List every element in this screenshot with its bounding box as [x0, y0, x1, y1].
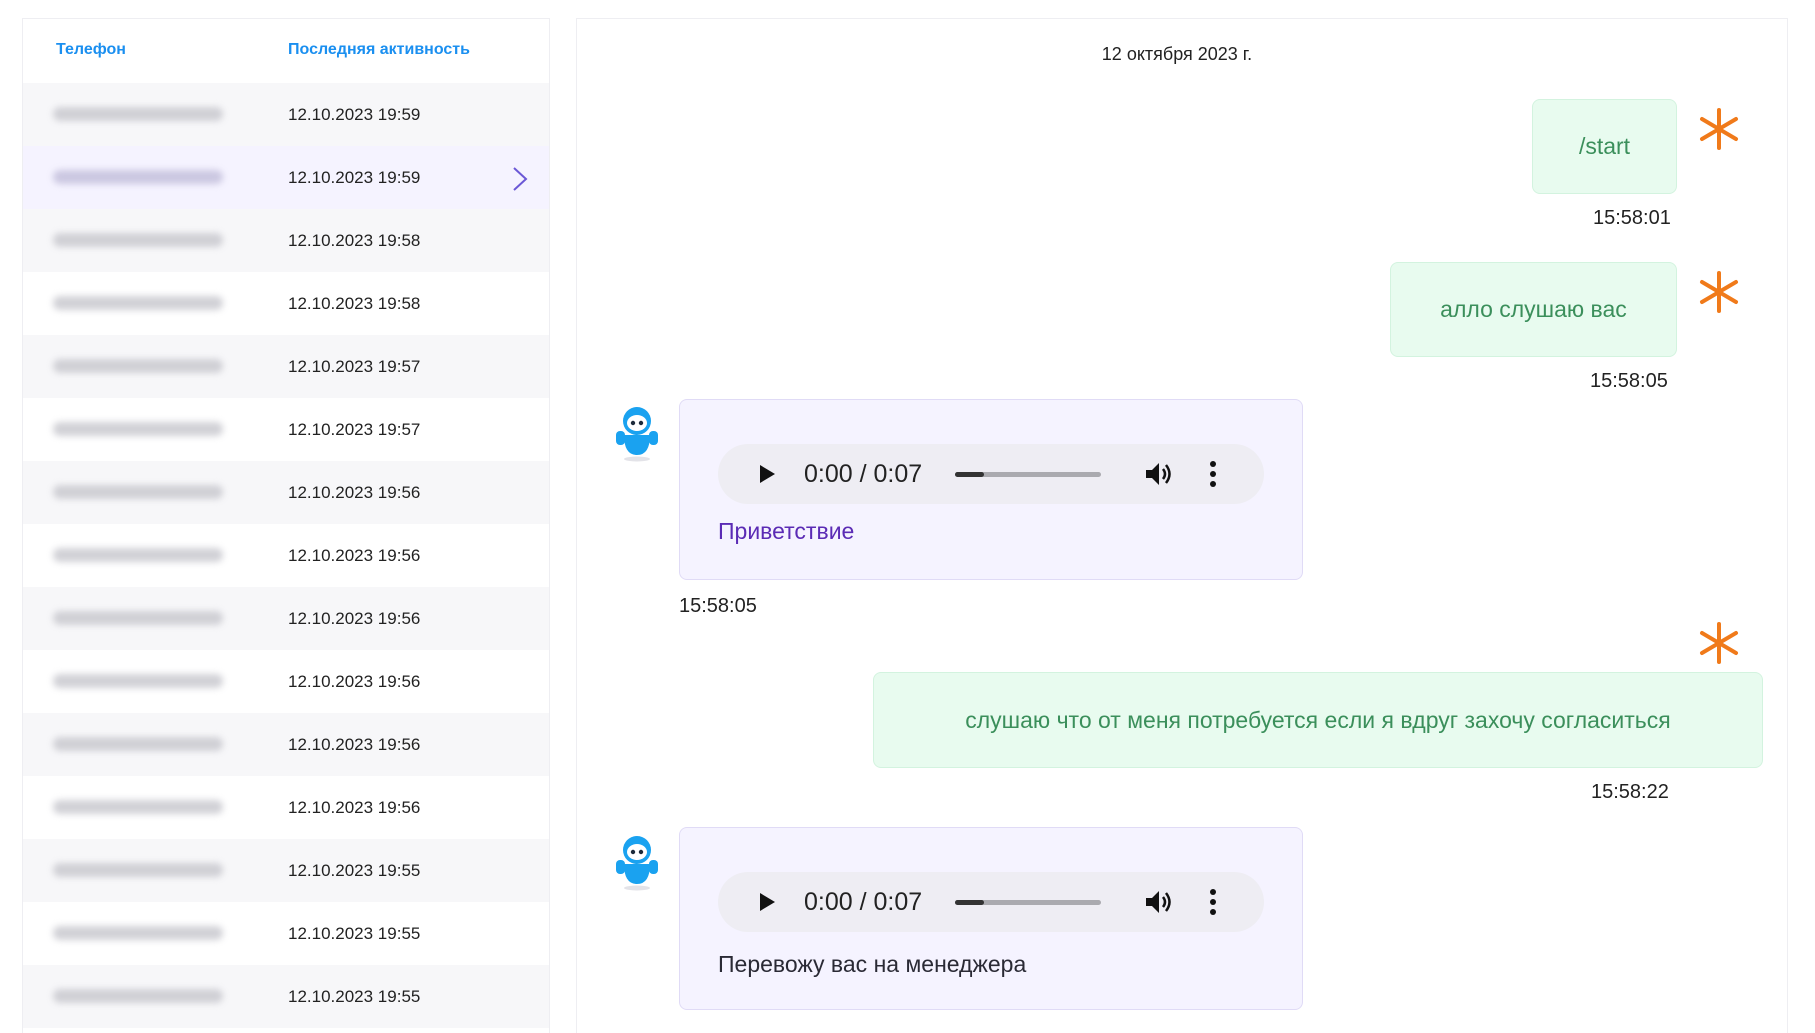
- list-row[interactable]: 12.10.2023 19:56: [23, 713, 549, 776]
- last-activity-date: 12.10.2023 19:56: [288, 546, 421, 565]
- last-activity-date: 12.10.2023 19:55: [288, 924, 421, 943]
- list-row[interactable]: 12.10.2023 19:58: [23, 272, 549, 335]
- contacts-list-panel: Телефон Последняя активность 12.10.2023 …: [22, 18, 550, 1033]
- phone-number-redacted: [53, 674, 223, 688]
- last-activity-date: 12.10.2023 19:56: [288, 609, 421, 628]
- list-row[interactable]: 12.10.2023 19:55: [23, 965, 549, 1028]
- last-activity-date: 12.10.2023 19:58: [288, 294, 421, 313]
- list-row[interactable]: 12.10.2023 19:58: [23, 209, 549, 272]
- user-message-bubble: слушаю что от меня потребуется если я вд…: [873, 672, 1763, 768]
- audio-seek-progress: [955, 900, 985, 905]
- phone-number-redacted: [53, 485, 223, 499]
- list-row[interactable]: 12.10.2023 19:55: [23, 902, 549, 965]
- list-row[interactable]: 12.10.2023 19:57: [23, 335, 549, 398]
- robot-avatar-icon: [616, 836, 658, 891]
- list-header: Телефон Последняя активность: [23, 19, 549, 83]
- column-header-last-activity[interactable]: Последняя активность: [288, 41, 470, 59]
- chevron-right-icon[interactable]: [510, 164, 530, 194]
- last-activity-date: 12.10.2023 19:58: [288, 231, 421, 250]
- volume-icon[interactable]: [1144, 888, 1174, 916]
- asterisk-icon: [1700, 108, 1738, 150]
- last-activity-date: 12.10.2023 19:56: [288, 672, 421, 691]
- phone-number-redacted: [53, 233, 223, 247]
- play-icon[interactable]: [758, 464, 776, 484]
- list-row[interactable]: 12.10.2023 19:59: [23, 83, 549, 146]
- message-text: /start: [1578, 133, 1631, 159]
- list-row[interactable]: 12.10.2023 19:56: [23, 461, 549, 524]
- last-activity-date: 12.10.2023 19:57: [288, 357, 421, 376]
- audio-caption: Приветствие: [718, 518, 855, 544]
- last-activity-date: 12.10.2023 19:57: [288, 420, 421, 439]
- last-activity-date: 12.10.2023 19:56: [288, 483, 421, 502]
- more-vertical-icon[interactable]: [1209, 888, 1217, 916]
- phone-number-redacted: [53, 737, 223, 751]
- phone-number-redacted: [53, 107, 223, 121]
- audio-seek-slider[interactable]: [955, 472, 1101, 477]
- message-time: 15:58:05: [679, 595, 757, 617]
- last-activity-date: 12.10.2023 19:56: [288, 798, 421, 817]
- list-row[interactable]: 12.10.2023 19:57: [23, 398, 549, 461]
- user-message-bubble: /start: [1532, 99, 1677, 194]
- column-header-phone[interactable]: Телефон: [56, 41, 126, 59]
- phone-number-redacted: [53, 170, 223, 184]
- audio-seek-slider[interactable]: [955, 900, 1101, 905]
- phone-number-redacted: [53, 611, 223, 625]
- phone-number-redacted: [53, 989, 223, 1003]
- message-time: 15:58:22: [1591, 781, 1669, 803]
- phone-number-redacted: [53, 296, 223, 310]
- date-separator: 12 октября 2023 г.: [1101, 44, 1253, 64]
- list-row[interactable]: 12.10.2023 19:56: [23, 587, 549, 650]
- list-row[interactable]: 12.10.2023 19:56: [23, 776, 549, 839]
- phone-number-redacted: [53, 548, 223, 562]
- list-row[interactable]: 12.10.2023 19:56: [23, 650, 549, 713]
- robot-avatar-icon: [616, 407, 658, 462]
- bot-message-bubble: 0:00 / 0:07 Перевожу вас на менеджера: [679, 827, 1303, 1010]
- asterisk-icon: [1700, 622, 1738, 664]
- list-row[interactable]: 12.10.2023 19:55: [23, 839, 549, 902]
- message-text: алло слушаю вас: [1440, 296, 1627, 322]
- last-activity-date: 12.10.2023 19:55: [288, 861, 421, 880]
- bot-message-bubble: 0:00 / 0:07 Приветствие: [679, 399, 1303, 580]
- message-time: 15:58:05: [1590, 370, 1668, 392]
- last-activity-date: 12.10.2023 19:56: [288, 735, 421, 754]
- audio-seek-progress: [955, 472, 985, 477]
- audio-player[interactable]: 0:00 / 0:07: [718, 444, 1264, 504]
- audio-time: 0:00 / 0:07: [804, 888, 923, 916]
- list-row[interactable]: 12.10.2023 19:56: [23, 524, 549, 587]
- more-vertical-icon[interactable]: [1209, 460, 1217, 488]
- last-activity-date: 12.10.2023 19:59: [288, 105, 421, 124]
- phone-number-redacted: [53, 863, 223, 877]
- audio-caption: Перевожу вас на менеджера: [718, 951, 1027, 977]
- phone-number-redacted: [53, 800, 223, 814]
- message-time: 15:58:01: [1593, 207, 1671, 229]
- audio-player[interactable]: 0:00 / 0:07: [718, 872, 1264, 932]
- conversation-panel: 12 октября 2023 г. /start 15:58:01 алло …: [576, 18, 1788, 1033]
- play-icon[interactable]: [758, 892, 776, 912]
- list-row-selected[interactable]: 12.10.2023 19:59: [23, 146, 549, 209]
- phone-number-redacted: [53, 359, 223, 373]
- last-activity-date: 12.10.2023 19:59: [288, 168, 421, 187]
- user-message-bubble: алло слушаю вас: [1390, 262, 1677, 357]
- phone-number-redacted: [53, 422, 223, 436]
- volume-icon[interactable]: [1144, 460, 1174, 488]
- last-activity-date: 12.10.2023 19:55: [288, 987, 421, 1006]
- asterisk-icon: [1700, 271, 1738, 313]
- phone-number-redacted: [53, 926, 223, 940]
- audio-time: 0:00 / 0:07: [804, 460, 923, 488]
- message-text: слушаю что от меня потребуется если я вд…: [965, 706, 1671, 733]
